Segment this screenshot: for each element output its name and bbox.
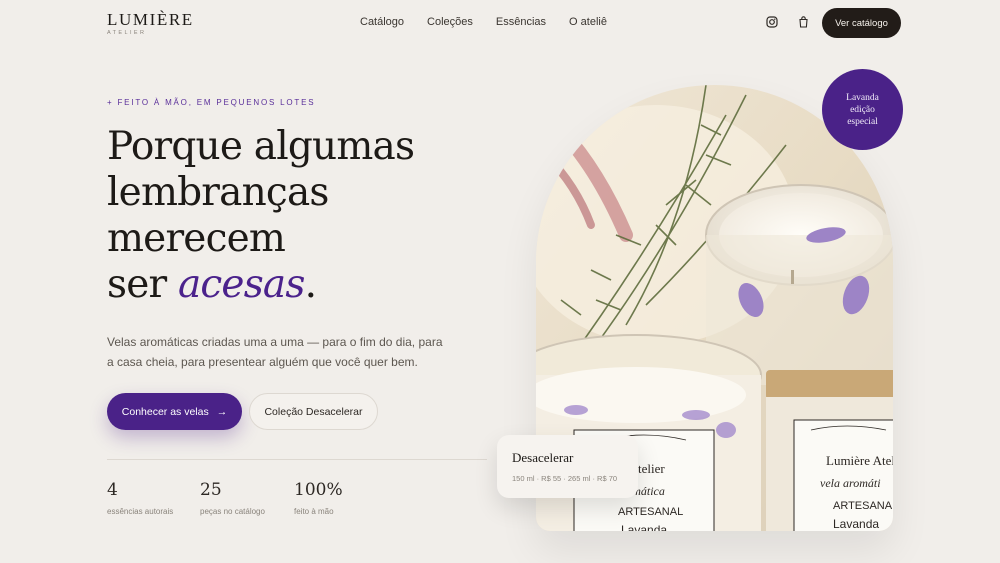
label-type-back: ARTESANAL [833,500,893,512]
badge-line-2: edição [850,104,875,115]
stat-pieces: 25 peças no catálogo [200,480,265,516]
instagram-icon[interactable] [765,15,779,29]
nav-item-essencias[interactable]: Essências [496,16,546,28]
headline-accent: acesas [177,262,305,307]
product-name: Desacelerar [512,450,574,465]
nav-item-colecoes[interactable]: Coleções [427,16,473,28]
badge-line-3: especial [847,116,878,127]
nav-item-atelie[interactable]: O ateliê [569,16,607,28]
label-script-back: vela aromáti [820,476,881,490]
stat-label: peças no catálogo [200,507,265,516]
badge-line-1: Lavanda [846,92,879,103]
brand-sub: ATELIER [107,30,147,36]
shopping-bag-icon[interactable] [796,15,810,29]
stats-divider [107,459,487,460]
headline-suffix: . [304,262,317,307]
stat-label: feito à mão [294,507,334,516]
label-brand-back: Lumière Atel [826,453,893,468]
headline-line-4-prefix: ser [107,262,178,307]
label-scent-front: Lavanda [621,523,667,531]
hero-eyebrow: + FEITO À MÃO, EM PEQUENOS LOTES [107,98,316,107]
stat-essences: 4 essências autorais [107,480,173,516]
explore-candles-label: Conhecer as velas [121,405,209,418]
stat-value: 100% [294,480,343,500]
brand-name: LUMIÈRE [107,10,194,29]
headline-line-1: Porque algumas [107,124,415,169]
view-catalog-button[interactable]: Ver catálogo [822,8,901,38]
label-scent-back: Lavanda [833,517,879,531]
product-meta: 150 ml · R$ 55 · 265 ml · R$ 70 [512,474,618,483]
stat-label: essências autorais [107,507,174,516]
hero-lead: Velas aromáticas criadas uma a uma — par… [107,335,443,369]
nav-item-catalogo[interactable]: Catálogo [360,16,404,28]
special-edition-badge: Lavanda edição especial [822,69,903,150]
collection-button[interactable]: Coleção Desacelerar [249,393,378,430]
stat-value: 25 [200,480,222,500]
brand-logo[interactable]: LUMIÈRE ATELIER [107,11,194,36]
label-type-front: ARTESANAL [618,506,683,518]
headline-line-2: lembranças [107,170,329,215]
stat-handmade: 100% feito à mão [294,480,343,516]
stat-value: 4 [107,480,118,500]
headline-line-3: merecem [107,216,286,261]
arrow-right-icon: → [216,405,228,418]
product-card[interactable]: Desacelerar 150 ml · R$ 55 · 265 ml · R$… [497,435,638,498]
hero-headline: Porque algumas lembranças merecem ser ac… [107,124,527,308]
explore-candles-button[interactable]: Conhecer as velas → [107,393,242,430]
main-nav: Catálogo Coleções Essências O ateliê [360,16,607,28]
